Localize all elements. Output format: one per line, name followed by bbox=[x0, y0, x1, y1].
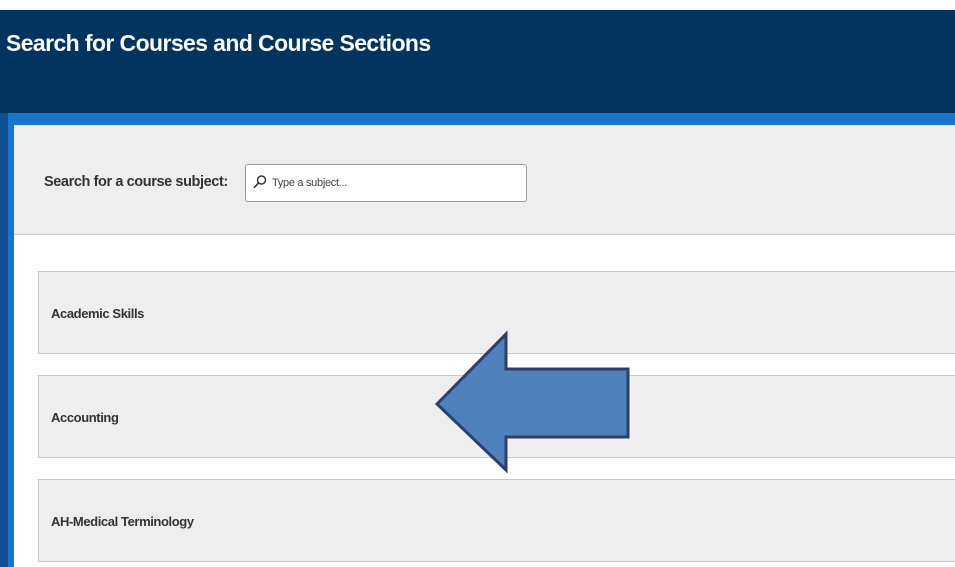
page-header: Search for Courses and Course Sections bbox=[0, 10, 955, 113]
subject-label: AH-Medical Terminology bbox=[51, 514, 194, 529]
search-box[interactable] bbox=[245, 164, 527, 202]
subject-list: Academic Skills Accounting AH-Medical Te… bbox=[38, 271, 955, 567]
subject-label: Academic Skills bbox=[51, 306, 144, 321]
frame-edge bbox=[0, 113, 8, 567]
top-strip bbox=[0, 0, 955, 10]
search-icon bbox=[252, 174, 268, 190]
content-panel: Search for a course subject: Academic Sk… bbox=[14, 125, 955, 567]
subject-item-academic-skills[interactable]: Academic Skills bbox=[38, 271, 955, 354]
content-frame: Search for a course subject: Academic Sk… bbox=[0, 113, 955, 567]
subject-item-ah-medical-terminology[interactable]: AH-Medical Terminology bbox=[38, 479, 955, 562]
subject-item-accounting[interactable]: Accounting bbox=[38, 375, 955, 458]
search-input[interactable] bbox=[272, 171, 520, 195]
subject-label: Accounting bbox=[51, 410, 119, 425]
page: Search for Courses and Course Sections S… bbox=[0, 0, 955, 567]
search-label: Search for a course subject: bbox=[44, 174, 228, 190]
search-bar: Search for a course subject: bbox=[14, 125, 955, 235]
page-title: Search for Courses and Course Sections bbox=[6, 30, 431, 56]
